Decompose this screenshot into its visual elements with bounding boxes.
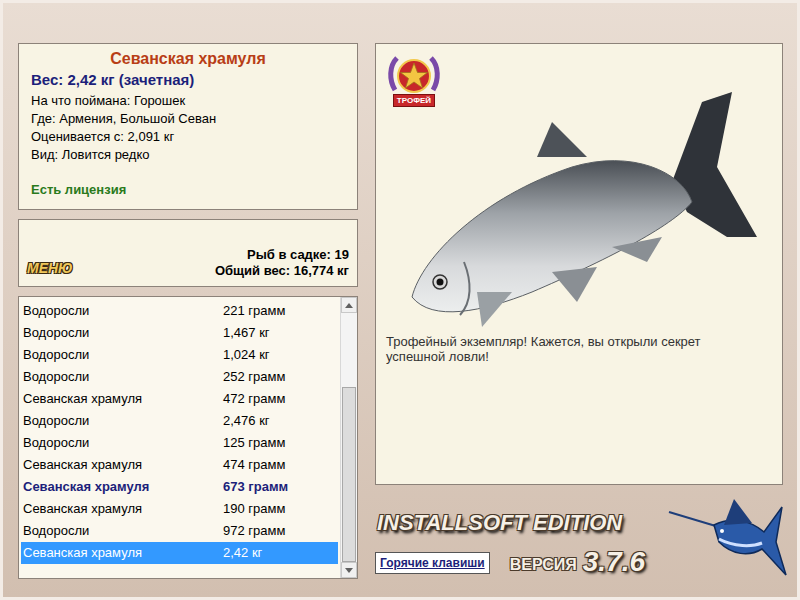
- catch-name: Севанская храмуля: [23, 455, 223, 475]
- brand-text: INSTALLSOFT EDITION: [377, 509, 664, 537]
- catch-name: Севанская храмуля: [23, 543, 223, 563]
- catch-weight: 221 грамм: [223, 301, 285, 321]
- trophy-panel: ТРОФЕЙ Трофейный экземпляр! Кажется, вы о…: [375, 43, 783, 485]
- catch-name: Водоросли: [23, 367, 223, 387]
- catch-name: Водоросли: [23, 345, 223, 365]
- catch-weight: 125 грамм: [223, 433, 285, 453]
- total-weight: Общий вес: 16,774 кг: [215, 263, 349, 279]
- catch-weight: 2,476 кг: [223, 411, 270, 431]
- catch-weight: 972 грамм: [223, 521, 285, 541]
- catch-name: Водоросли: [23, 521, 223, 541]
- scroll-thumb[interactable]: [342, 387, 356, 562]
- catch-name: Водоросли: [23, 301, 223, 321]
- keepnet-summary: Рыб в садке: 19Общий вес: 16,774 кг: [215, 247, 349, 279]
- catch-row[interactable]: Водоросли1,467 кг: [21, 322, 338, 344]
- catch-list: Водоросли221 граммВодоросли1,467 кгВодор…: [18, 296, 358, 579]
- scroll-track: [341, 313, 357, 562]
- trophy-message: Трофейный экземпляр! Кажется, вы открыли…: [386, 334, 746, 364]
- catch-name: Севанская храмуля: [23, 389, 223, 409]
- game-screen: Севанская храмуляВес: 2,42 кг (зачетная)…: [0, 0, 800, 600]
- catch-weight: 2,42 кг: [223, 543, 262, 563]
- catch-weight: 1,467 кг: [223, 323, 270, 343]
- catch-row[interactable]: Водоросли2,476 кг: [21, 410, 338, 432]
- catch-row[interactable]: Севанская храмуля472 грамм: [21, 388, 338, 410]
- catch-weight: 252 грамм: [223, 367, 285, 387]
- fish-detail: На что поймана: Горошек: [31, 92, 345, 110]
- hotkeys-button[interactable]: Горячие клавиши: [375, 552, 490, 574]
- catch-name: Севанская храмуля: [23, 477, 223, 497]
- catch-weight: 1,024 кг: [223, 345, 270, 365]
- catch-name: Водоросли: [23, 323, 223, 343]
- scroll-down-button[interactable]: [341, 562, 357, 578]
- catch-name: Водоросли: [23, 411, 223, 431]
- version-label: ВЕРСИЯ: [510, 553, 577, 577]
- catch-weight: 673 грамм: [223, 477, 288, 497]
- catch-row[interactable]: Водоросли1,024 кг: [21, 344, 338, 366]
- keepnet-panel: МЕНЮ Рыб в садке: 19Общий вес: 16,774 кг: [18, 219, 358, 287]
- catch-row[interactable]: Водоросли125 грамм: [21, 432, 338, 454]
- catch-name: Водоросли: [23, 433, 223, 453]
- trophy-header: ТРОФЕЙ: [386, 52, 772, 337]
- catch-name: Севанская храмуля: [23, 499, 223, 519]
- catch-row[interactable]: Водоросли972 грамм: [21, 520, 338, 542]
- catch-row[interactable]: Севанская храмуля2,42 кг: [21, 542, 338, 564]
- version-number: 3.7.6: [583, 547, 645, 577]
- catch-row[interactable]: Севанская храмуля673 грамм: [21, 476, 338, 498]
- marlin-logo-icon: [664, 487, 789, 592]
- fish-detail: Вид: Ловится редко: [31, 146, 345, 164]
- right-column: ТРОФЕЙ Трофейный экземпляр! Кажется, вы о…: [375, 43, 783, 597]
- trophy-badge: ТРОФЕЙ: [386, 52, 442, 114]
- fish-details: На что поймана: ГорошекГде: Армения, Бол…: [31, 92, 345, 164]
- fish-info-panel: Севанская храмуляВес: 2,42 кг (зачетная)…: [18, 43, 358, 210]
- license-status: Есть лицензия: [31, 180, 345, 200]
- catch-row[interactable]: Севанская храмуля190 грамм: [21, 498, 338, 520]
- scrollbar[interactable]: [340, 297, 357, 578]
- left-column: Севанская храмуляВес: 2,42 кг (зачетная)…: [18, 43, 358, 597]
- catch-rows: Водоросли221 граммВодоросли1,467 кгВодор…: [19, 297, 340, 578]
- scroll-up-button[interactable]: [341, 297, 357, 313]
- fish-weight: Вес: 2,42 кг (зачетная): [31, 70, 345, 90]
- catch-weight: 472 грамм: [223, 389, 285, 409]
- catch-row[interactable]: Севанская храмуля474 грамм: [21, 454, 338, 476]
- version: ВЕРСИЯ3.7.6: [510, 547, 645, 577]
- fish-count: Рыб в садке: 19: [247, 247, 349, 263]
- footer-left: INSTALLSOFT EDITION Горячие клавиши ВЕРСИЯ…: [375, 485, 664, 592]
- fish-detail: Оценивается с: 2,091 кг: [31, 128, 345, 146]
- catch-weight: 474 грамм: [223, 455, 285, 475]
- footer-row: Горячие клавиши ВЕРСИЯ3.7.6: [375, 547, 664, 577]
- fish-picture: [402, 87, 762, 337]
- arrow-up-icon: [345, 303, 353, 308]
- trophy-ribbon: ТРОФЕЙ: [393, 94, 435, 107]
- arrow-down-icon: [345, 568, 353, 573]
- catch-row[interactable]: Водоросли252 грамм: [21, 366, 338, 388]
- catch-row[interactable]: Водоросли221 грамм: [21, 300, 338, 322]
- catch-weight: 190 грамм: [223, 499, 285, 519]
- menu-button[interactable]: МЕНЮ: [27, 258, 73, 279]
- fish-detail: Где: Армения, Большой Севан: [31, 110, 345, 128]
- footer: INSTALLSOFT EDITION Горячие клавиши ВЕРСИЯ…: [375, 485, 783, 592]
- fish-name: Севанская храмуля: [31, 48, 345, 70]
